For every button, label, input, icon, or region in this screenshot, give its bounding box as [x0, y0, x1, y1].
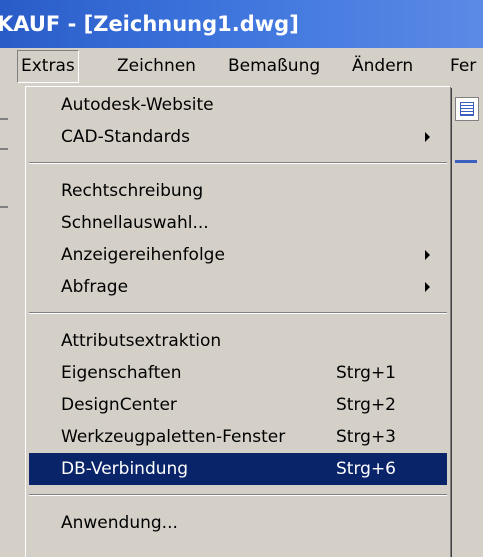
- menu-item-shortcut: Strg+2: [336, 395, 396, 415]
- menu-item[interactable]: Schnellauswahl...: [26, 207, 450, 239]
- menu-item[interactable]: Autodesk-Website: [26, 89, 450, 121]
- menu-item-label: Anzeigereihenfolge: [61, 245, 225, 265]
- menu-item[interactable]: Abfrage: [26, 271, 450, 303]
- menu-item[interactable]: DesignCenter Strg+2: [26, 389, 450, 421]
- menu-separator: [29, 162, 447, 164]
- menu-item-label: Werkzeugpaletten-Fenster: [61, 427, 286, 447]
- extras-dropdown-menu: Autodesk-Website CAD-Standards Rechtschrei…: [25, 86, 450, 557]
- submenu-arrow-icon: [425, 250, 430, 260]
- menu-item-shortcut: Strg+6: [336, 459, 396, 479]
- submenu-arrow-icon: [425, 132, 430, 142]
- menu-item-label: DesignCenter: [61, 395, 177, 415]
- menu-item-label: Attributsextraktion: [61, 331, 222, 351]
- menu-item-label: Schnellauswahl...: [61, 213, 209, 233]
- menu-item[interactable]: CAD-Standards: [26, 121, 450, 153]
- menu-item-label: CAD-Standards: [61, 127, 190, 147]
- menu-separator: [29, 312, 447, 314]
- window-title: KAUF - [Zeichnung1.dwg]: [0, 12, 299, 36]
- submenu-arrow-icon: [425, 282, 430, 292]
- toolbar-edge: [0, 118, 8, 120]
- menu-item-shortcut: Strg+1: [336, 363, 396, 383]
- menu-item[interactable]: DB-Verbindung Strg+6: [29, 453, 447, 485]
- menu-item-label: Eigenschaften: [61, 363, 182, 383]
- menu-item[interactable]: Werkzeugpaletten-Fenster Strg+3: [26, 421, 450, 453]
- menu-item[interactable]: Eigenschaften Strg+1: [26, 357, 450, 389]
- toolbar-fragment: [455, 160, 477, 163]
- menu-item-label: Autodesk-Website: [61, 95, 214, 115]
- title-bar: KAUF - [Zeichnung1.dwg]: [0, 0, 483, 48]
- menu-item[interactable]: Rechtschreibung: [26, 175, 450, 207]
- toolbar-properties-icon[interactable]: [455, 97, 479, 121]
- menu-item-label: DB-Verbindung: [61, 459, 189, 479]
- menu-item[interactable]: Attributsextraktion: [26, 325, 450, 357]
- menu-bar: Extras Zeichnen Bemaßung Ändern Fer: [0, 48, 483, 86]
- menu-aendern[interactable]: Ändern: [352, 50, 413, 83]
- menu-item-label: Abfrage: [61, 277, 129, 297]
- menu-item[interactable]: Anwendung...: [26, 507, 450, 539]
- menu-separator: [29, 494, 447, 496]
- toolbar-edge: [0, 148, 8, 150]
- menu-item-label: Rechtschreibung: [61, 181, 204, 201]
- menu-zeichnen[interactable]: Zeichnen: [117, 50, 196, 83]
- menu-item-label: Anwendung...: [61, 513, 178, 533]
- menu-item-shortcut: Strg+3: [336, 427, 396, 447]
- menu-fenster[interactable]: Fer: [450, 50, 476, 83]
- menu-extras[interactable]: Extras: [17, 50, 79, 83]
- toolbar-edge: [0, 206, 8, 208]
- menu-bemassung[interactable]: Bemaßung: [228, 50, 320, 83]
- menu-item[interactable]: Anzeigereihenfolge: [26, 239, 450, 271]
